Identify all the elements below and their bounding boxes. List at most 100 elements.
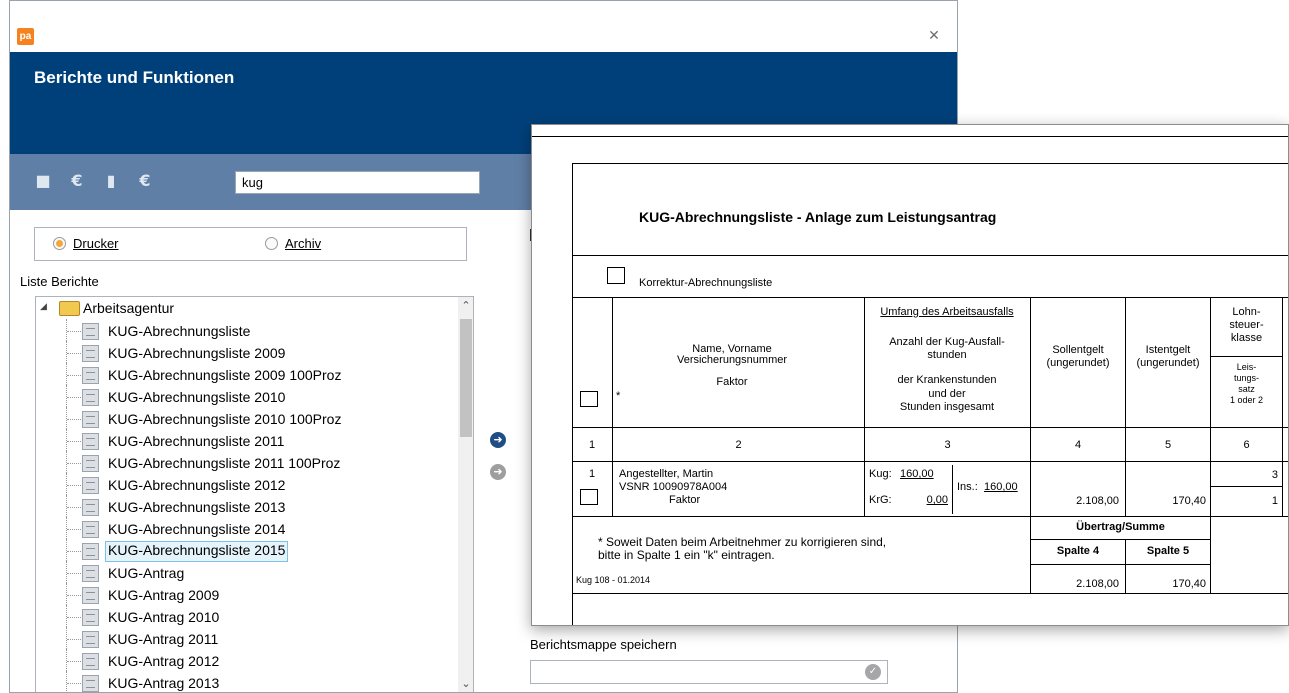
col6-header-line3: klasse xyxy=(1230,332,1263,344)
folder-icon xyxy=(59,301,80,316)
col5-header-line1: Istentgelt xyxy=(1145,344,1191,356)
report-doc-icon xyxy=(82,565,99,582)
report-icon[interactable]: ■ xyxy=(32,170,54,192)
tree-item[interactable]: KUG-Abrechnungsliste 2013 xyxy=(36,495,456,519)
preview-form: KUG-Abrechnungsliste - Anlage zum Leistu… xyxy=(572,163,1288,625)
tree-item[interactable]: KUG-Abrechnungsliste 2009 100Proz xyxy=(36,363,456,387)
tree-folder-arbeitsagentur[interactable]: ◢ Arbeitsagentur xyxy=(36,298,446,319)
reports-tree: ◢ Arbeitsagentur KUG-Abrechnungsliste KUG… xyxy=(35,296,474,692)
expand-arrow-icon[interactable]: ◢ xyxy=(40,301,47,312)
page-title: Berichte und Funktionen xyxy=(34,68,235,87)
preview-title: KUG-Abrechnungsliste - Anlage zum Leistu… xyxy=(639,209,997,225)
scroll-down-icon[interactable]: ⌄ xyxy=(458,677,473,691)
col3-header-line5: und der xyxy=(928,388,966,400)
tree-item-label: KUG-Abrechnungsliste 2013 xyxy=(108,499,286,515)
search-input[interactable] xyxy=(235,171,480,194)
tree-item[interactable]: KUG-Abrechnungsliste 2011 100Proz xyxy=(36,451,456,475)
radio-selected-indicator xyxy=(53,237,66,250)
report-doc-icon xyxy=(82,631,99,648)
archive-icon[interactable]: € xyxy=(134,170,156,192)
sum-spalte4: 2.108,00 xyxy=(1076,578,1119,590)
leistungssatz-value: 1 xyxy=(1271,495,1278,507)
tree-connector xyxy=(67,617,81,618)
tree-item[interactable]: KUG-Abrechnungsliste 2011 xyxy=(36,429,456,453)
tree-connector xyxy=(67,419,81,420)
add-to-folder-button[interactable]: ➜ xyxy=(490,432,506,448)
tree-connector xyxy=(67,551,81,552)
tree-item-label: KUG-Abrechnungsliste 2014 xyxy=(108,521,286,537)
tree-item[interactable]: KUG-Antrag 2013 xyxy=(36,671,456,692)
tree-scrollbar[interactable]: ⌃ ⌄ xyxy=(458,297,473,692)
radio-drucker-label: Drucker xyxy=(73,236,119,251)
scroll-up-icon[interactable]: ⌃ xyxy=(458,299,473,313)
tree-item[interactable]: KUG-Abrechnungsliste 2015 xyxy=(36,539,456,563)
tree-item-label: KUG-Abrechnungsliste 2009 xyxy=(108,345,286,361)
title-bar: pa ✕ xyxy=(10,1,957,52)
report-doc-icon xyxy=(82,455,99,472)
report-doc-icon xyxy=(82,521,99,538)
tree-item[interactable]: KUG-Abrechnungsliste 2010 xyxy=(36,385,456,409)
tree-item[interactable]: KUG-Abrechnungsliste 2014 xyxy=(36,517,456,541)
tree-item-label: KUG-Abrechnungsliste 2010 100Proz xyxy=(108,411,342,427)
tree-connector xyxy=(67,529,81,530)
document-icon[interactable]: ▮ xyxy=(100,170,122,192)
report-doc-icon xyxy=(82,675,99,692)
remove-from-folder-button[interactable]: ➜ xyxy=(490,464,506,480)
ins-label: Ins.: xyxy=(957,481,978,493)
radio-unselected-indicator xyxy=(265,237,278,250)
report-doc-icon xyxy=(82,499,99,516)
tree-item[interactable]: KUG-Antrag 2011 xyxy=(36,627,456,651)
save-folder-input[interactable]: ✓ xyxy=(530,660,888,684)
tree-folder-label: Arbeitsagentur xyxy=(83,300,175,316)
krg-value: 0,00 xyxy=(926,494,948,506)
col4-header-line1: Sollentgelt xyxy=(1052,344,1104,356)
tree-item[interactable]: KUG-Abrechnungsliste 2012 xyxy=(36,473,456,497)
employee-faktor: Faktor xyxy=(669,494,701,506)
tree-item-label: KUG-Abrechnungsliste 2009 100Proz xyxy=(108,367,342,383)
col6-sub-line3: satz xyxy=(1238,384,1255,394)
report-doc-icon xyxy=(82,609,99,626)
report-doc-icon xyxy=(82,477,99,494)
row-checkbox xyxy=(580,489,598,505)
tree-item[interactable]: KUG-Abrechnungsliste 2010 100Proz xyxy=(36,407,456,431)
tree-item-label: KUG-Antrag 2010 xyxy=(108,609,220,625)
tree-item-label: KUG-Antrag 2009 xyxy=(108,587,220,603)
report-doc-icon xyxy=(82,345,99,362)
asterisk-mark: * xyxy=(616,390,621,402)
col3-header-line6: Stunden insgesamt xyxy=(899,401,995,413)
column-number: 5 xyxy=(1164,439,1172,451)
output-mode-group: Drucker Archiv xyxy=(34,227,467,261)
tree-item[interactable]: KUG-Abrechnungsliste xyxy=(36,319,456,343)
krg-label: KrG: xyxy=(869,494,892,506)
reports-list-heading: Liste Berichte xyxy=(20,274,99,289)
tree-item-label: KUG-Abrechnungsliste xyxy=(108,323,251,339)
kug-value: 160,00 xyxy=(900,468,934,480)
close-icon[interactable]: ✕ xyxy=(924,26,944,46)
tree-connector xyxy=(67,639,81,640)
report-doc-icon xyxy=(82,653,99,670)
tree-connector xyxy=(67,397,81,398)
checkmark-icon[interactable]: ✓ xyxy=(865,664,881,680)
tree-connector xyxy=(67,595,81,596)
tree-item[interactable]: KUG-Antrag 2009 xyxy=(36,583,456,607)
radio-drucker[interactable]: Drucker xyxy=(53,236,119,251)
tree-item[interactable]: KUG-Abrechnungsliste 2009 xyxy=(36,341,456,365)
uebertrag-label: Übertrag/Summe xyxy=(1076,521,1165,533)
scrollbar-thumb[interactable] xyxy=(460,319,472,437)
tree-item-label: KUG-Abrechnungsliste 2011 xyxy=(108,433,285,449)
tree-item-label: KUG-Antrag 2012 xyxy=(108,653,220,669)
radio-archiv[interactable]: Archiv xyxy=(265,236,321,251)
refresh-icon[interactable]: € xyxy=(66,170,88,192)
tree-item[interactable]: KUG-Antrag 2010 xyxy=(36,605,456,629)
report-doc-icon xyxy=(82,389,99,406)
tree-item[interactable]: KUG-Antrag xyxy=(36,561,456,585)
col4-header-line2: (ungerundet) xyxy=(1046,357,1110,369)
tree-item[interactable]: KUG-Antrag 2012 xyxy=(36,649,456,673)
radio-archiv-label: Archiv xyxy=(285,236,322,251)
column-number: 4 xyxy=(1074,439,1082,451)
save-folder-heading: Berichtsmappe speichern xyxy=(530,637,677,652)
col6-sub-line1: Leis- xyxy=(1236,362,1257,372)
sollentgelt-value: 2.108,00 xyxy=(1076,495,1119,507)
tree-connector xyxy=(66,671,67,692)
footer-note-line2: bitte in Spalte 1 ein "k" eintragen. xyxy=(598,548,775,562)
